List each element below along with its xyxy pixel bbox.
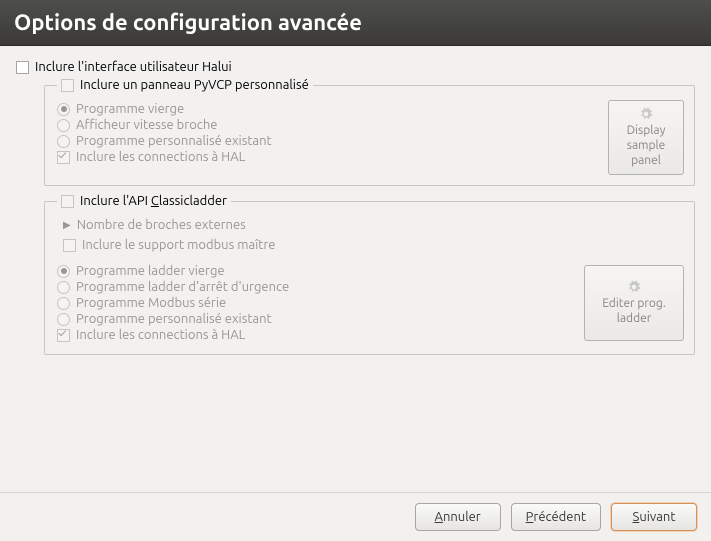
legend-text-suffix: lassicladder: [159, 194, 227, 208]
include-halui-label: Inclure l'interface utilisateur Halui: [35, 60, 232, 74]
classicladder-group: Inclure l'API Classicladder ▶ Nombre de …: [44, 194, 695, 355]
pyvcp-opt-blank[interactable]: Programme vierge: [57, 102, 596, 116]
external-spindles-expander[interactable]: ▶ Nombre de broches externes: [63, 218, 684, 232]
display-sample-panel-button[interactable]: Display sample panel: [608, 100, 684, 175]
mnemonic-char: A: [435, 510, 443, 524]
checkbox-icon[interactable]: [57, 151, 70, 164]
btn-rest: récédent: [533, 510, 586, 524]
btn-line1: Display: [627, 123, 666, 138]
modbus-master-row[interactable]: Inclure le support modbus maître: [63, 238, 684, 252]
ladder-opt-hal[interactable]: Inclure les connections à HAL: [57, 328, 572, 342]
ladder-opt-estop-label: Programme ladder d'arrêt d'urgence: [76, 280, 289, 294]
btn-line1: Editer prog.: [602, 296, 666, 311]
next-button[interactable]: Suivant: [611, 503, 697, 531]
checkbox-icon[interactable]: [57, 329, 70, 342]
checkbox-icon[interactable]: [16, 61, 29, 74]
cancel-button[interactable]: Annuler: [415, 503, 501, 531]
radio-icon[interactable]: [57, 265, 70, 278]
ladder-opt-custom[interactable]: Programme personnalisé existant: [57, 312, 572, 326]
checkbox-icon[interactable]: [61, 79, 74, 92]
window-title: Options de configuration avancée: [0, 0, 711, 46]
gear-icon: [627, 280, 641, 294]
btn-rest: nnuler: [443, 510, 481, 524]
pyvcp-opt-hal[interactable]: Inclure les connections à HAL: [57, 150, 596, 164]
radio-icon[interactable]: [57, 297, 70, 310]
checkbox-icon[interactable]: [63, 239, 76, 252]
legend-mnemonic: C: [151, 194, 159, 208]
radio-icon[interactable]: [57, 313, 70, 326]
pyvcp-opt-spindle[interactable]: Afficheur vitesse broche: [57, 118, 596, 132]
pyvcp-legend[interactable]: Inclure un panneau PyVCP personnalisé: [57, 78, 313, 92]
pyvcp-opt-custom[interactable]: Programme personnalisé existant: [57, 134, 596, 148]
pyvcp-opt-blank-label: Programme vierge: [76, 102, 184, 116]
btn-line3: panel: [631, 153, 661, 168]
gear-icon: [639, 107, 653, 121]
btn-line2: ladder: [617, 311, 652, 326]
checkbox-icon[interactable]: [61, 195, 74, 208]
external-spindles-label: Nombre de broches externes: [77, 218, 246, 232]
btn-rest: uivant: [639, 510, 675, 524]
ladder-opt-estop[interactable]: Programme ladder d'arrêt d'urgence: [57, 280, 572, 294]
pyvcp-opt-custom-label: Programme personnalisé existant: [76, 134, 272, 148]
radio-icon[interactable]: [57, 119, 70, 132]
button-bar: Annuler Précédent Suivant: [0, 492, 711, 541]
ladder-opt-hal-label: Inclure les connections à HAL: [76, 328, 245, 342]
radio-icon[interactable]: [57, 135, 70, 148]
ladder-opt-custom-label: Programme personnalisé existant: [76, 312, 272, 326]
include-halui-row[interactable]: Inclure l'interface utilisateur Halui: [16, 60, 695, 74]
radio-icon[interactable]: [57, 103, 70, 116]
legend-text-prefix: Inclure l'API: [80, 194, 151, 208]
pyvcp-group: Inclure un panneau PyVCP personnalisé Pr…: [44, 78, 695, 186]
modbus-master-label: Inclure le support modbus maître: [82, 238, 275, 252]
main-content: Inclure l'interface utilisateur Halui In…: [0, 46, 711, 492]
edit-ladder-prog-button[interactable]: Editer prog. ladder: [584, 265, 684, 341]
ladder-opt-blank-label: Programme ladder vierge: [76, 264, 225, 278]
classicladder-legend-label: Inclure l'API Classicladder: [80, 194, 227, 208]
chevron-right-icon: ▶: [63, 219, 71, 231]
ladder-opt-blank[interactable]: Programme ladder vierge: [57, 264, 572, 278]
btn-line2: sample: [627, 138, 666, 153]
pyvcp-opt-spindle-label: Afficheur vitesse broche: [76, 118, 217, 132]
pyvcp-opt-hal-label: Inclure les connections à HAL: [76, 150, 245, 164]
ladder-opt-modbus[interactable]: Programme Modbus série: [57, 296, 572, 310]
back-button[interactable]: Précédent: [511, 503, 601, 531]
pyvcp-legend-label: Inclure un panneau PyVCP personnalisé: [80, 78, 309, 92]
radio-icon[interactable]: [57, 281, 70, 294]
classicladder-legend[interactable]: Inclure l'API Classicladder: [57, 194, 231, 208]
ladder-opt-modbus-label: Programme Modbus série: [76, 296, 226, 310]
